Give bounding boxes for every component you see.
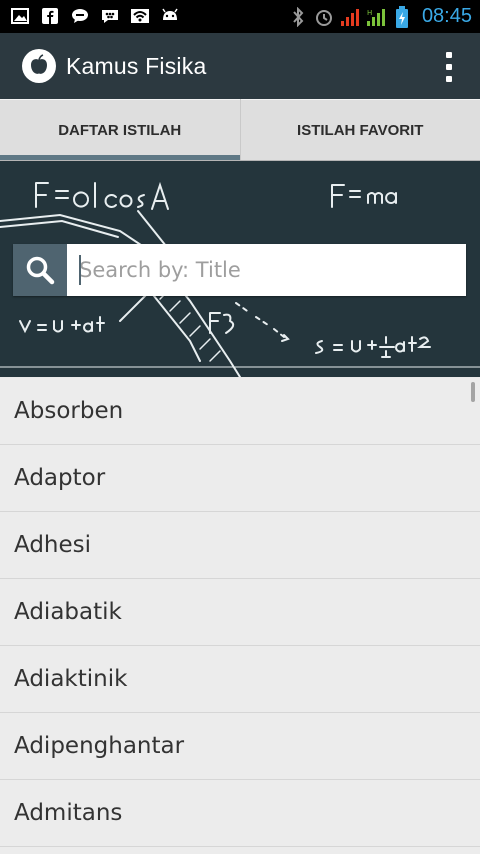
overflow-menu-icon[interactable] (444, 52, 454, 82)
messenger-icon (70, 6, 90, 26)
notification-icons (10, 6, 180, 26)
bluetooth-icon (288, 6, 308, 27)
list-item[interactable]: Adiabatik (0, 579, 480, 646)
android-icon (160, 6, 180, 26)
scrollbar[interactable] (471, 382, 475, 402)
list-item[interactable]: Adipenghantar (0, 713, 480, 780)
system-icons: H 08:45 (288, 0, 472, 33)
status-bar: H 08:45 (0, 0, 480, 33)
term-list[interactable]: Absorben Adaptor Adhesi Adiabatik Adiakt… (0, 378, 480, 854)
list-item[interactable]: Absorben (0, 378, 480, 445)
alarm-icon (314, 7, 334, 27)
svg-text:H: H (367, 9, 372, 17)
search-icon (26, 256, 55, 285)
tab-bar: DAFTAR ISTILAH ISTILAH FAVORIT (0, 99, 480, 161)
search-input[interactable] (67, 244, 466, 296)
tab-istilah-favorit[interactable]: ISTILAH FAVORIT (239, 99, 480, 161)
list-item[interactable]: Adiaktinik (0, 646, 480, 713)
signal-icon (340, 7, 360, 27)
image-icon (10, 6, 30, 26)
app-title: Kamus Fisika (66, 53, 207, 79)
wifi-icon (130, 6, 150, 26)
data-signal-icon: H (366, 7, 386, 27)
list-item[interactable]: Adaptor (0, 445, 480, 512)
list-item[interactable]: Admitans (0, 780, 480, 847)
battery-icon (392, 5, 412, 28)
action-bar: Kamus Fisika (0, 33, 480, 99)
bbm-icon (100, 6, 120, 26)
clock: 08:45 (421, 5, 472, 27)
facebook-icon (40, 6, 60, 26)
search-button[interactable] (13, 244, 67, 296)
apple-logo-icon[interactable] (22, 49, 56, 83)
tab-daftar-istilah[interactable]: DAFTAR ISTILAH (0, 99, 240, 161)
text-cursor (79, 255, 81, 285)
list-item[interactable]: Adhesi (0, 512, 480, 579)
